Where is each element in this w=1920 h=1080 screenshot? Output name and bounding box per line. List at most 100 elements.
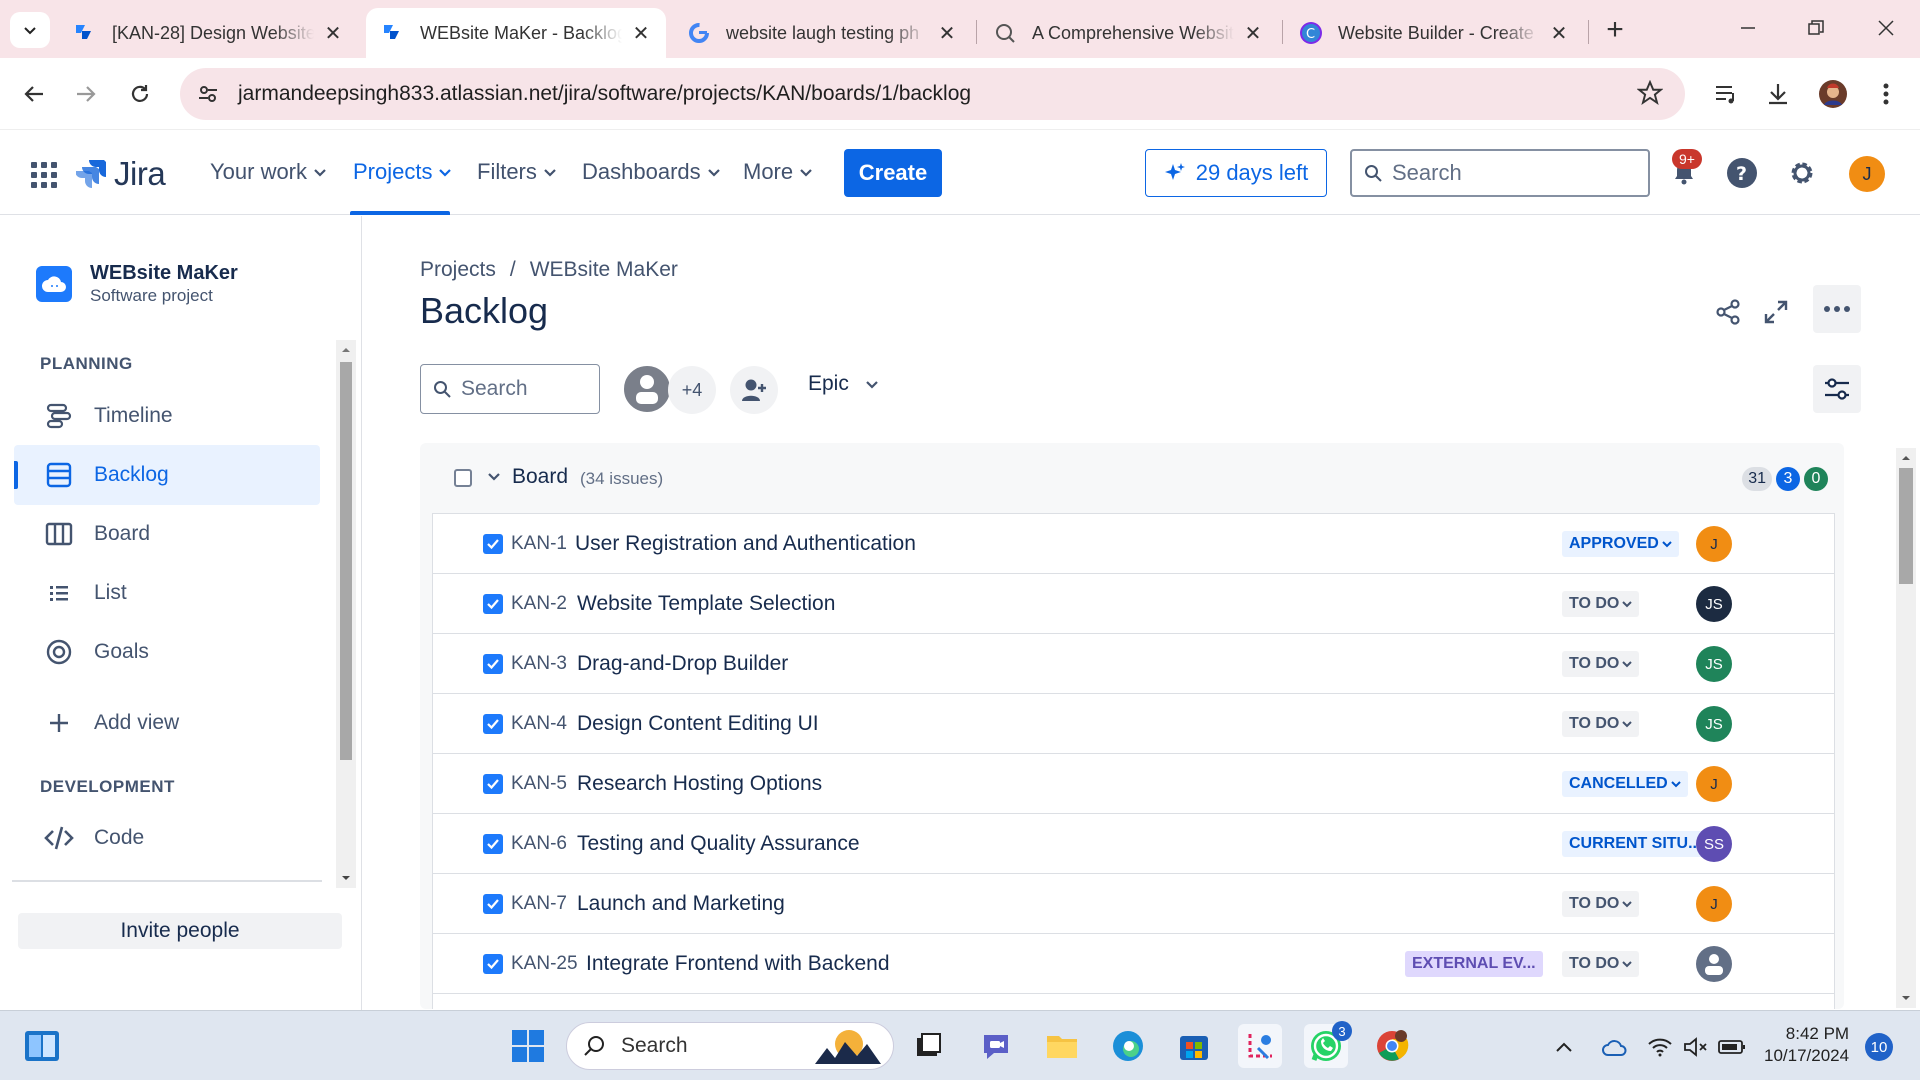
sidebar-item-code[interactable]: Code — [14, 808, 320, 868]
browser-tab[interactable]: C Website Builder - Create ✕ — [1284, 8, 1584, 58]
main-scrollbar[interactable] — [1896, 448, 1916, 1008]
app-switcher-icon[interactable] — [30, 161, 58, 189]
sidebar-item-timeline[interactable]: Timeline — [14, 386, 320, 446]
issue-row[interactable]: KAN-5 Research Hosting Options CANCELLED… — [433, 754, 1834, 814]
address-bar[interactable]: jarmandeepsingh833.atlassian.net/jira/so… — [180, 68, 1685, 120]
issue-status-dropdown[interactable]: TO DO — [1562, 651, 1640, 677]
microsoft-store-icon[interactable] — [1172, 1024, 1216, 1068]
snipping-tool-icon[interactable] — [1238, 1024, 1282, 1068]
invite-people-button[interactable]: Invite people — [18, 913, 342, 949]
restore-button[interactable] — [1796, 8, 1836, 48]
add-people-button[interactable] — [730, 366, 778, 414]
settings-button[interactable] — [1782, 153, 1822, 193]
task-view-icon[interactable] — [906, 1024, 950, 1068]
board-section-header[interactable]: Board (34 issues) 31 3 0 — [420, 443, 1844, 513]
reload-button[interactable] — [122, 76, 158, 112]
wifi-icon[interactable] — [1646, 1033, 1674, 1061]
issue-key[interactable]: KAN-7 — [511, 893, 567, 915]
nav-filters[interactable]: Filters — [477, 159, 557, 185]
issue-key[interactable]: KAN-25 — [511, 953, 578, 975]
fullscreen-button[interactable] — [1756, 292, 1796, 332]
issue-key[interactable]: KAN-4 — [511, 713, 567, 735]
assignee-avatar[interactable]: J — [1696, 886, 1732, 922]
sidebar-item-list[interactable]: List — [14, 563, 320, 623]
profile-avatar-icon[interactable] — [1815, 76, 1851, 112]
scrollbar-thumb[interactable] — [340, 362, 352, 760]
nav-your-work[interactable]: Your work — [210, 159, 327, 185]
back-button[interactable] — [16, 76, 52, 112]
notification-center-badge[interactable]: 10 — [1865, 1033, 1893, 1061]
epic-filter-dropdown[interactable]: Epic — [808, 372, 879, 396]
assignee-avatar[interactable]: JS — [1696, 646, 1732, 682]
tab-search-button[interactable] — [10, 12, 50, 48]
issue-label-badge[interactable]: EXTERNAL EV... — [1405, 951, 1543, 977]
issue-status-dropdown[interactable]: TO DO — [1562, 951, 1640, 977]
issue-status-dropdown[interactable]: TO DO — [1562, 891, 1640, 917]
media-controls-icon[interactable] — [1708, 76, 1744, 112]
share-button[interactable] — [1708, 292, 1748, 332]
close-icon[interactable]: ✕ — [1548, 22, 1570, 45]
add-view-button[interactable]: Add view — [14, 693, 320, 753]
speaker-muted-icon[interactable] — [1682, 1033, 1710, 1061]
breadcrumb-project[interactable]: WEBsite MaKer — [530, 258, 678, 282]
nav-projects[interactable]: Projects — [353, 159, 452, 185]
project-header[interactable]: WEBsite MaKer Software project — [36, 262, 238, 305]
close-icon[interactable]: ✕ — [1242, 22, 1264, 45]
issue-row[interactable]: KAN-6 Testing and Quality Assurance CURR… — [433, 814, 1834, 874]
breadcrumb-projects[interactable]: Projects — [420, 258, 496, 282]
issue-status-dropdown[interactable]: TO DO — [1562, 711, 1640, 737]
show-hidden-icons-chevron-up-icon[interactable] — [1550, 1033, 1578, 1061]
issue-row[interactable]: KAN-4 Design Content Editing UI TO DO JS — [433, 694, 1834, 754]
assignee-avatar[interactable]: SS — [1696, 826, 1732, 862]
issue-row[interactable] — [433, 994, 1834, 1009]
start-button[interactable] — [506, 1024, 550, 1068]
create-button[interactable]: Create — [844, 149, 942, 197]
taskbar-search-input[interactable]: Search — [566, 1022, 894, 1070]
more-assignees-button[interactable]: +4 — [668, 366, 716, 414]
trial-days-button[interactable]: 29 days left — [1145, 149, 1327, 197]
widgets-icon[interactable] — [20, 1024, 64, 1068]
system-clock[interactable]: 8:42 PM 10/17/2024 — [1764, 1023, 1849, 1067]
issue-row[interactable]: KAN-25 Integrate Frontend with Backend E… — [433, 934, 1834, 994]
issue-key[interactable]: KAN-5 — [511, 773, 567, 795]
view-settings-button[interactable] — [1813, 365, 1861, 413]
issue-key[interactable]: KAN-3 — [511, 653, 567, 675]
chrome-icon[interactable] — [1370, 1024, 1414, 1068]
browser-tab[interactable]: A Comprehensive Websit ✕ — [978, 8, 1278, 58]
scrollbar-thumb[interactable] — [1899, 468, 1913, 584]
new-tab-button[interactable]: + — [1597, 12, 1633, 48]
site-info-icon[interactable] — [190, 76, 226, 112]
issue-status-dropdown[interactable]: CURRENT SITU... — [1562, 831, 1709, 857]
nav-more[interactable]: More — [743, 159, 813, 185]
bookmark-star-icon[interactable] — [1637, 80, 1663, 106]
onedrive-cloud-icon[interactable] — [1600, 1033, 1628, 1061]
assignee-avatar[interactable]: J — [1696, 526, 1732, 562]
assignee-avatar[interactable]: JS — [1696, 586, 1732, 622]
sidebar-item-board[interactable]: Board — [14, 504, 320, 564]
issue-row[interactable]: KAN-3 Drag-and-Drop Builder TO DO JS — [433, 634, 1834, 694]
close-icon[interactable]: ✕ — [630, 22, 652, 45]
user-avatar[interactable]: J — [1849, 156, 1885, 192]
browser-tab-active[interactable]: WEBsite MaKer - Backlog ✕ — [366, 8, 666, 58]
issue-key[interactable]: KAN-2 — [511, 593, 567, 615]
close-icon[interactable]: ✕ — [322, 22, 344, 45]
issue-status-dropdown[interactable]: CANCELLED — [1562, 771, 1688, 797]
assignee-avatar[interactable]: JS — [1696, 706, 1732, 742]
help-button[interactable]: ? — [1722, 153, 1762, 193]
issue-key[interactable]: KAN-6 — [511, 833, 567, 855]
file-explorer-icon[interactable] — [1040, 1024, 1084, 1068]
browser-tab[interactable]: website laugh testing ph ✕ — [672, 8, 972, 58]
issue-row[interactable]: KAN-1 User Registration and Authenticati… — [433, 514, 1834, 574]
assignee-filter-avatar[interactable] — [622, 364, 672, 414]
issue-key[interactable]: KAN-1 — [511, 533, 567, 555]
teams-meet-icon[interactable] — [974, 1024, 1018, 1068]
issue-status-dropdown[interactable]: APPROVED — [1562, 531, 1679, 557]
global-search-input[interactable]: Search — [1350, 149, 1650, 197]
nav-dashboards[interactable]: Dashboards — [582, 159, 721, 185]
sidebar-item-backlog[interactable]: Backlog — [14, 445, 320, 505]
jira-logo[interactable]: Jira — [76, 155, 166, 193]
browser-tab[interactable]: [KAN-28] Design Website ✕ — [58, 8, 358, 58]
battery-icon[interactable] — [1718, 1033, 1746, 1061]
edge-browser-icon[interactable] — [1106, 1024, 1150, 1068]
issue-row[interactable]: KAN-2 Website Template Selection TO DO J… — [433, 574, 1834, 634]
